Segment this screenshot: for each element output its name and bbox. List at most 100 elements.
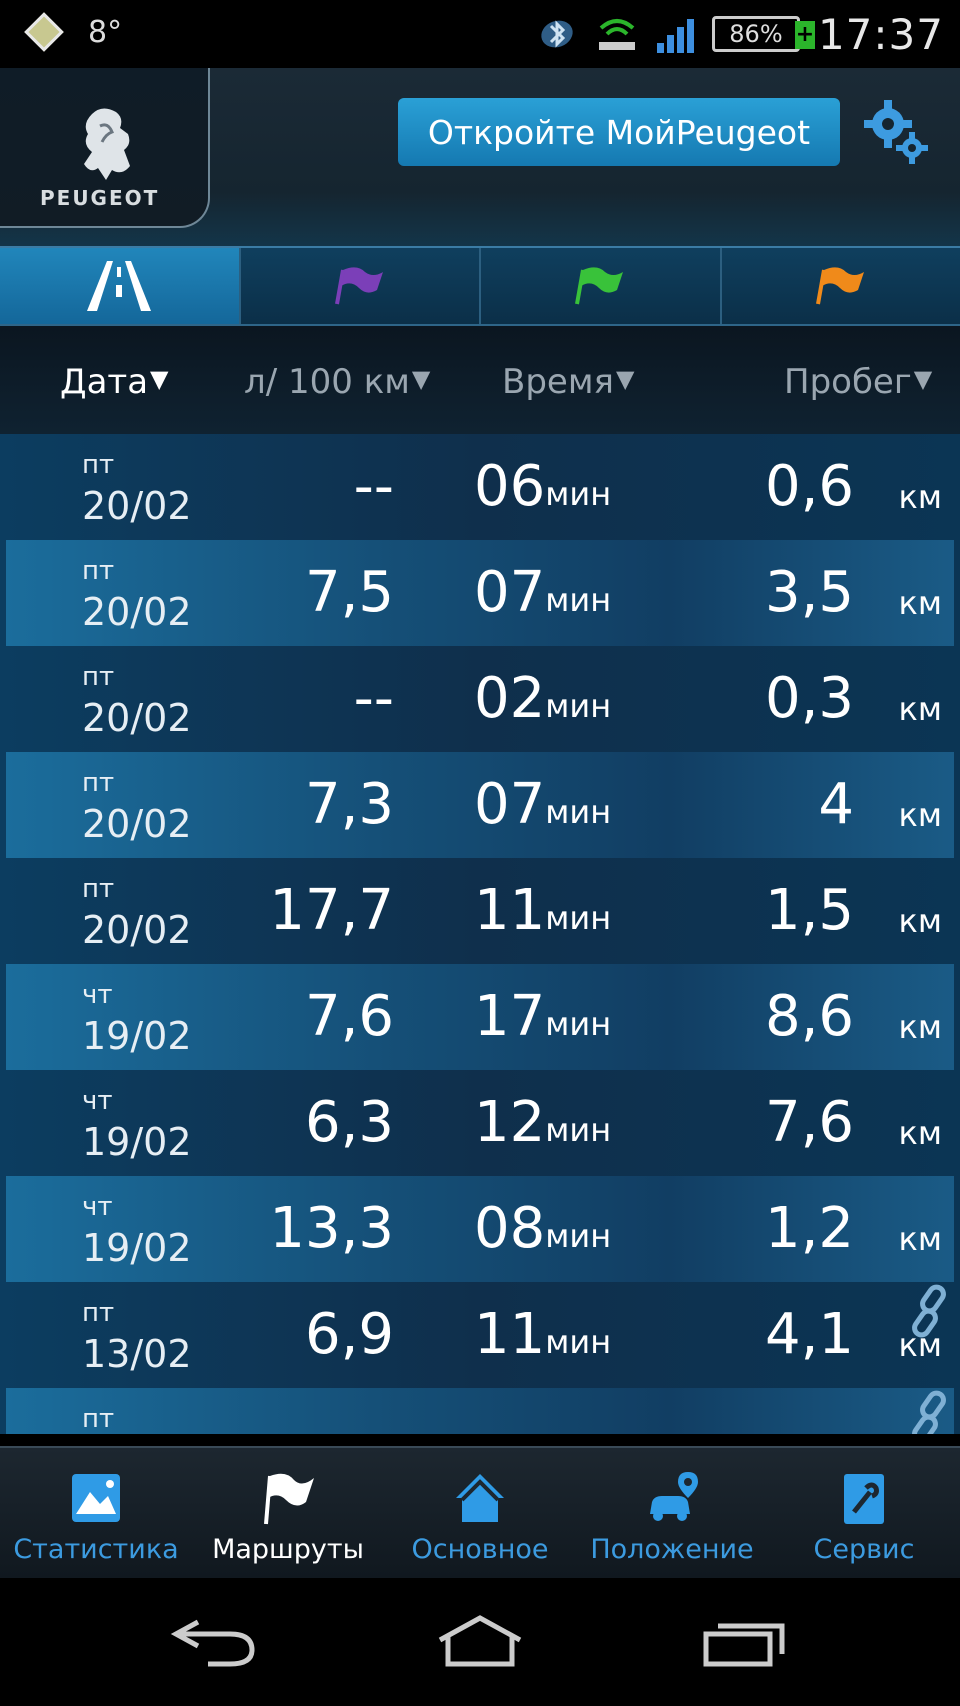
- routes-flag-icon: [264, 1473, 314, 1525]
- trip-consumption: 7,3: [304, 772, 394, 837]
- trip-distance: 0,6: [764, 454, 854, 519]
- trip-row[interactable]: пт 20/02 7,3 07мин 4 км: [6, 752, 954, 858]
- home-button-icon[interactable]: [434, 1614, 526, 1670]
- trip-date: 19/02: [82, 1120, 192, 1164]
- flag-green-icon: [575, 267, 624, 305]
- battery-percent: 86%: [729, 20, 783, 48]
- trip-day: чт: [82, 980, 113, 1010]
- trip-day: пт: [82, 662, 115, 692]
- distance-unit: км: [898, 1220, 942, 1258]
- trip-distance: 7,6: [764, 1090, 854, 1155]
- trip-duration: 07мин: [474, 772, 612, 837]
- sort-by-consumption[interactable]: л/ 100 км▼: [244, 362, 430, 402]
- trip-row[interactable]: пт 20/02 -- 02мин 0,3 км: [6, 646, 954, 752]
- trip-consumption: --: [353, 454, 394, 519]
- trip-duration: 12мин: [474, 1090, 612, 1155]
- trip-row[interactable]: чт 19/02 13,3 08мин 1,2 км: [6, 1176, 954, 1282]
- trip-day: пт: [82, 450, 115, 480]
- clock-time: 17:37: [817, 9, 944, 59]
- trip-row[interactable]: чт 19/02 6,3 12мин 7,6 км: [6, 1070, 954, 1176]
- trip-row[interactable]: пт 13/02 6,9 11мин 4,1 км: [6, 1282, 954, 1388]
- nav-statistics[interactable]: Статистика: [0, 1448, 192, 1578]
- trip-row[interactable]: пт 20/02 17,7 11мин 1,5 км: [6, 858, 954, 964]
- trip-row[interactable]: чт 19/02 7,6 17мин 8,6 км: [6, 964, 954, 1070]
- trip-date: 19/02: [82, 1014, 192, 1058]
- nav-main[interactable]: Основное: [384, 1448, 576, 1578]
- trip-day: пт: [82, 1298, 115, 1328]
- trip-duration: 02мин: [474, 666, 612, 731]
- flag-purple-icon: [334, 267, 383, 305]
- status-bar: 8° 86% + 17:37: [0, 0, 960, 68]
- nav-service[interactable]: Сервис: [768, 1448, 960, 1578]
- signal-strength-icon: [656, 15, 694, 53]
- trip-date: 13/02: [82, 1332, 192, 1376]
- statistics-icon: [72, 1474, 120, 1522]
- nav-location[interactable]: Положение: [576, 1448, 768, 1578]
- distance-unit: км: [898, 902, 942, 940]
- battery-icon: 86% +: [711, 16, 815, 52]
- distance-unit: км: [898, 478, 942, 516]
- trip-duration: 17мин: [474, 984, 612, 1049]
- trip-consumption: 6,3: [304, 1090, 394, 1155]
- trip-consumption: 17,7: [269, 878, 394, 943]
- sort-by-date[interactable]: Дата▼: [60, 362, 169, 402]
- temperature-text: 8°: [88, 14, 123, 50]
- trip-date: 19/02: [82, 1226, 192, 1270]
- peugeot-logo: PEUGEOT: [0, 68, 210, 228]
- trip-row[interactable]: пт: [6, 1388, 954, 1434]
- trip-row[interactable]: пт 20/02 -- 06мин 0,6 км: [6, 434, 954, 540]
- trip-row[interactable]: пт 20/02 7,5 07мин 3,5 км: [6, 540, 954, 646]
- tab-orange-flag[interactable]: [722, 248, 960, 324]
- distance-unit: км: [898, 1008, 942, 1046]
- service-wrench-icon: [844, 1474, 884, 1524]
- distance-unit: км: [898, 796, 942, 834]
- trip-distance: 4: [818, 772, 854, 837]
- bluetooth-icon: [541, 20, 573, 48]
- home-icon: [456, 1474, 504, 1522]
- system-navigation-bar: [0, 1578, 960, 1706]
- status-bar-left: 8°: [22, 10, 122, 54]
- tab-green-flag[interactable]: [481, 248, 722, 324]
- status-bar-right: 86% + 17:37: [537, 8, 944, 60]
- distance-unit: км: [898, 584, 942, 622]
- trip-duration: 11мин: [474, 1302, 612, 1367]
- trip-duration: 07мин: [474, 560, 612, 625]
- recent-apps-icon[interactable]: [700, 1614, 792, 1670]
- sort-by-distance[interactable]: Пробег▼: [784, 362, 932, 402]
- trip-consumption: --: [353, 666, 394, 731]
- app-header: PEUGEOT Откройте МойPeugeot: [0, 68, 960, 246]
- trip-day: пт: [82, 556, 115, 586]
- wifi-router-icon: [598, 19, 635, 50]
- distance-unit: км: [898, 690, 942, 728]
- tab-all-trips[interactable]: [0, 248, 241, 324]
- back-icon[interactable]: [168, 1614, 260, 1670]
- trip-day: пт: [82, 768, 115, 798]
- trip-filter-tabs: [0, 246, 960, 326]
- car-location-icon: [650, 1472, 698, 1521]
- trip-date: 20/02: [82, 590, 192, 634]
- distance-unit: км: [898, 1114, 942, 1152]
- trip-duration: 08мин: [474, 1196, 612, 1261]
- trip-date: 20/02: [82, 802, 192, 846]
- nav-routes[interactable]: Маршруты: [192, 1448, 384, 1578]
- trip-day: пт: [82, 874, 115, 904]
- trip-consumption: 6,9: [304, 1302, 394, 1367]
- tab-purple-flag[interactable]: [241, 248, 481, 324]
- trip-consumption: 7,5: [304, 560, 394, 625]
- trip-distance: 4,1: [764, 1302, 854, 1367]
- settings-gear-icon[interactable]: [862, 98, 932, 168]
- trip-list[interactable]: пт 20/02 -- 06мин 0,6 км пт 20/02 7,5 07мин 3,5 км п…: [0, 434, 960, 1434]
- sort-by-time[interactable]: Время▼: [502, 362, 634, 402]
- trip-distance: 1,2: [764, 1196, 854, 1261]
- trip-day: чт: [82, 1192, 113, 1222]
- trip-date: 20/02: [82, 484, 192, 528]
- trip-distance: 0,3: [764, 666, 854, 731]
- brand-text: PEUGEOT: [40, 186, 160, 210]
- trip-day: чт: [82, 1086, 113, 1116]
- road-icon: [87, 261, 152, 311]
- open-mypeugeot-button[interactable]: Откройте МойPeugeot: [398, 98, 840, 166]
- trip-day: пт: [82, 1404, 115, 1434]
- trip-distance: 1,5: [764, 878, 854, 943]
- trip-date: 20/02: [82, 908, 192, 952]
- trip-duration: 06мин: [474, 454, 612, 519]
